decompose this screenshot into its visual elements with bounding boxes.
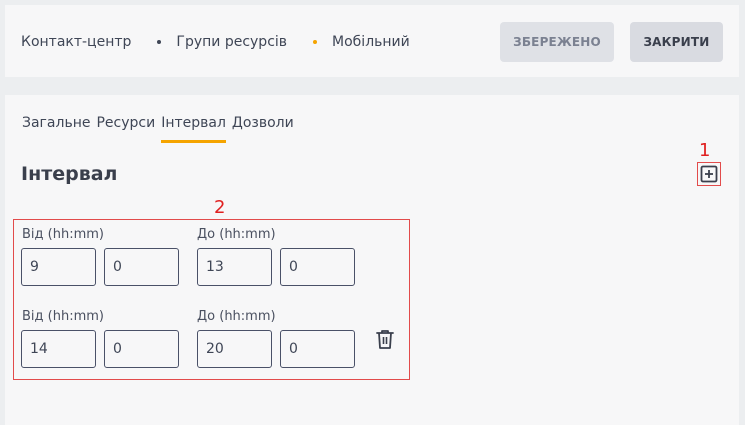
breadcrumb-separator-dot: [313, 40, 318, 44]
to-minutes-input[interactable]: 0: [280, 248, 355, 286]
from-minutes-input[interactable]: 0: [104, 330, 179, 368]
delete-interval-button[interactable]: [374, 327, 396, 351]
breadcrumb-item-resource-groups[interactable]: Групи ресурсів: [176, 34, 287, 50]
to-label: До (hh:mm): [197, 309, 276, 324]
tab-bar: Загальне Ресурси Інтервал Дозволи: [22, 115, 300, 143]
plus-square-icon: [700, 165, 718, 183]
from-hours-input[interactable]: 14: [21, 330, 96, 368]
tab-general[interactable]: Загальне: [22, 115, 90, 143]
main-panel: Загальне Ресурси Інтервал Дозволи Інтерв…: [5, 95, 739, 425]
close-button[interactable]: ЗАКРИТИ: [630, 22, 723, 62]
from-label: Від (hh:mm): [22, 309, 104, 324]
from-minutes-input[interactable]: 0: [104, 248, 179, 286]
tab-interval[interactable]: Інтервал: [161, 115, 226, 143]
annotation-label-2: 2: [214, 197, 226, 218]
to-label: До (hh:mm): [197, 227, 276, 242]
tab-permissions[interactable]: Дозволи: [232, 115, 294, 143]
section-title: Інтервал: [21, 163, 118, 185]
annotation-label-1: 1: [699, 140, 711, 161]
from-label: Від (hh:mm): [22, 227, 104, 242]
to-hours-input[interactable]: 13: [197, 248, 272, 286]
top-bar: Контакт-центр Групи ресурсів Мобільний З…: [5, 5, 739, 77]
breadcrumb: Контакт-центр Групи ресурсів Мобільний: [21, 34, 410, 50]
from-hours-input[interactable]: 9: [21, 248, 96, 286]
add-interval-button[interactable]: [697, 162, 721, 186]
breadcrumb-item-current: Мобільний: [332, 34, 410, 50]
to-hours-input[interactable]: 20: [197, 330, 272, 368]
trash-icon: [376, 330, 394, 349]
tab-resources[interactable]: Ресурси: [96, 115, 155, 143]
breadcrumb-separator-dot: [157, 40, 162, 44]
breadcrumb-item-contact-center[interactable]: Контакт-центр: [21, 34, 131, 50]
saved-button[interactable]: ЗБЕРЕЖЕНО: [500, 22, 614, 62]
to-minutes-input[interactable]: 0: [280, 330, 355, 368]
